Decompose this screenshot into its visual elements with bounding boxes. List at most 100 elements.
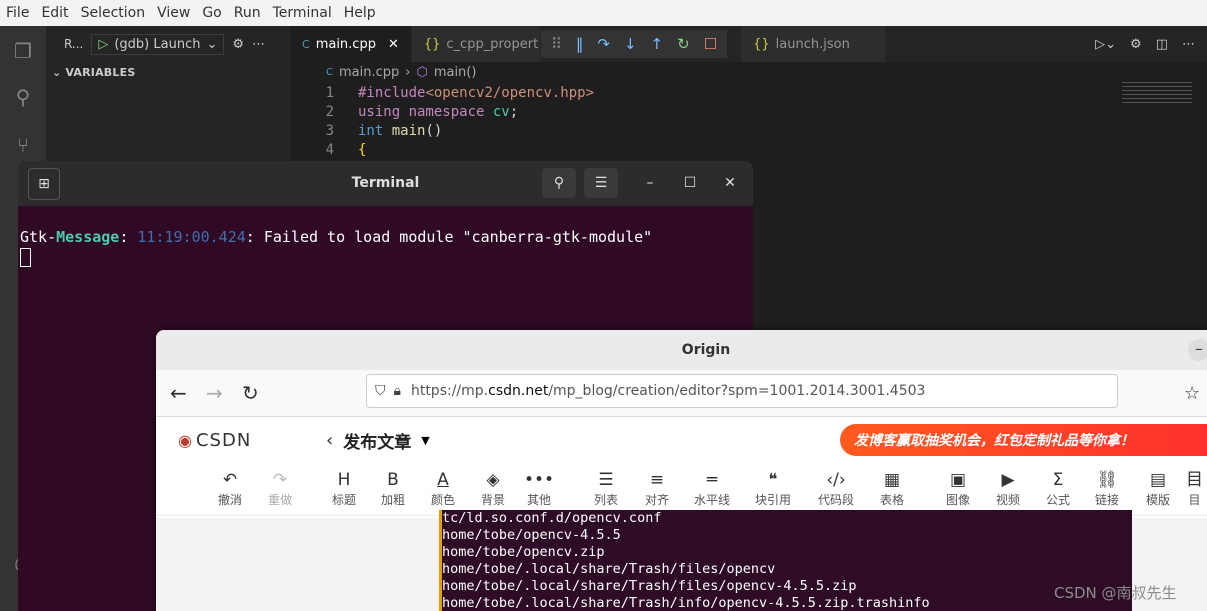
breadcrumb-symbol[interactable]: main() [434, 65, 477, 80]
menu-selection[interactable]: Selection [75, 5, 152, 21]
line-number: 1 [325, 85, 334, 101]
breadcrumb-file[interactable]: main.cpp [339, 65, 399, 80]
terminal-line: Gtk-Message: 11:19:00.424: Failed to loa… [20, 228, 753, 246]
color-button[interactable]: A 颜色 [418, 469, 468, 508]
explorer-icon[interactable]: ❐ [10, 38, 36, 64]
minimize-icon[interactable]: – [638, 168, 662, 198]
tab-c-cpp-properties[interactable]: {} c_cpp_propert [411, 26, 541, 62]
json-file-icon: {} [423, 36, 441, 52]
menu-icon[interactable]: ☰ [584, 168, 618, 198]
redo-button[interactable]: ↷ 重做 [255, 469, 305, 508]
code-token: () [425, 123, 443, 139]
url-bar[interactable]: ⛉ 🔒︎ https://mp. csdn.net/mp_blog/creatio… [366, 374, 1118, 408]
close-icon[interactable]: ✕ [388, 37, 399, 52]
navigation-bar: ← → ↻ ⛉ 🔒︎ https://mp. csdn.net/mp_blog/c… [156, 370, 1207, 417]
chevron-left-icon[interactable]: ‹ [326, 430, 333, 451]
drag-handle-icon[interactable]: ⠿ [551, 35, 562, 53]
new-tab-icon[interactable]: ⊞ [28, 168, 60, 200]
separator: : [119, 228, 138, 246]
gear-icon[interactable]: ⚙ [1130, 37, 1142, 52]
tool-label: 撤消 [217, 493, 242, 507]
step-over-icon[interactable]: ↷ [597, 35, 610, 53]
content-line: home/tobe/opencv-4.5.5 [442, 527, 621, 543]
start-debug-icon[interactable]: ▷ [98, 37, 108, 52]
shield-icon[interactable]: ⛉ [375, 383, 386, 399]
image-button[interactable]: ▣ 图像 [933, 469, 983, 508]
menu-terminal[interactable]: Terminal [267, 5, 338, 21]
publish-title: 发布文章 [343, 432, 412, 453]
code-token: ; [509, 104, 519, 120]
source-control-icon[interactable]: ⑂ [10, 132, 36, 158]
minimap[interactable] [1122, 82, 1192, 106]
maximize-icon[interactable]: ☐ [678, 168, 702, 198]
more-button[interactable]: ••• 其他 [514, 469, 564, 508]
code-block-button[interactable]: ‹/› 代码段 [811, 469, 861, 508]
align-icon: ≡ [649, 470, 665, 490]
align-button[interactable]: ≡ 对齐 [632, 469, 682, 508]
variables-header[interactable]: ⌄ VARIABLES [46, 62, 290, 79]
bold-button[interactable]: B 加粗 [368, 469, 418, 508]
split-editor-icon[interactable]: ◫ [1156, 37, 1168, 52]
variables-label: VARIABLES [65, 66, 136, 79]
reload-icon[interactable]: ↻ [242, 381, 259, 405]
background-button[interactable]: ◈ 背景 [468, 469, 518, 508]
minimize-icon[interactable]: – [1188, 339, 1207, 361]
menu-go[interactable]: Go [196, 5, 227, 21]
code-view[interactable]: 1 #include <opencv2/opencv.hpp> 2 using … [290, 82, 1207, 160]
close-icon[interactable]: ✕ [718, 168, 742, 198]
code-icon: ‹/› [826, 470, 846, 490]
gear-icon[interactable]: ⚙ [232, 37, 244, 52]
run-debug-icon[interactable]: ▷⌄ [1095, 37, 1116, 52]
url-path: /mp_blog/creation/editor?spm=1001.2014.3… [548, 383, 926, 399]
blockquote-button[interactable]: ❝ 块引用 [748, 469, 798, 508]
gtk-prefix: Gtk- [20, 228, 57, 246]
tab-main-cpp[interactable]: C main.cpp ✕ [290, 26, 412, 62]
launch-config-select[interactable]: ▷ (gdb) Launch ⌄ [91, 33, 225, 55]
bookmark-star-icon[interactable]: ☆ [1184, 383, 1200, 404]
template-button[interactable]: ▤ 模版 [1133, 469, 1183, 508]
list-button[interactable]: ☰ 列表 [581, 469, 631, 508]
menu-run[interactable]: Run [228, 5, 267, 21]
formula-button[interactable]: Σ 公式 [1033, 469, 1083, 508]
url-domain: csdn.net [488, 383, 549, 399]
menu-file[interactable]: File [0, 5, 35, 21]
table-button[interactable]: ▦ 表格 [867, 469, 917, 508]
tab-launch-json[interactable]: {} launch.json [741, 26, 887, 62]
menu-edit[interactable]: Edit [35, 5, 74, 21]
horizontal-rule-button[interactable]: ═ 水平线 [687, 469, 737, 508]
tool-label: 视频 [995, 493, 1020, 507]
heading-button[interactable]: H 标题 [319, 469, 369, 508]
forward-arrow-icon[interactable]: → [206, 381, 223, 405]
line-number: 3 [325, 123, 334, 139]
undo-button[interactable]: ↶ 撤消 [205, 469, 255, 508]
csdn-logo[interactable]: ◉ CSDN [178, 430, 251, 451]
step-out-icon[interactable]: ↑ [651, 35, 664, 53]
caret-down-icon: ▼ [421, 433, 430, 447]
promo-banner[interactable]: 发博客赢取抽奖机会，红包定制礼品等你拿！ [840, 424, 1207, 456]
tool-label: 重做 [267, 493, 292, 507]
cpp-file-icon: C [302, 37, 310, 51]
search-icon[interactable]: ⚲ [10, 84, 36, 110]
content-line: home/tobe/opencv.zip [442, 544, 605, 560]
toc-button[interactable]: 目目 [1182, 469, 1207, 508]
tool-label: 标题 [331, 493, 356, 507]
restart-icon[interactable]: ↻ [677, 35, 690, 53]
back-arrow-icon[interactable]: ← [170, 381, 187, 405]
link-button[interactable]: ⛓ 链接 [1082, 469, 1132, 508]
search-icon[interactable]: ⚲ [542, 168, 576, 198]
browser-title-bar: Origin – [156, 330, 1207, 370]
menu-view[interactable]: View [151, 5, 196, 21]
more-icon[interactable]: ⋯ [1182, 37, 1195, 52]
stop-icon[interactable]: ☐ [704, 35, 717, 53]
csdn-header: ◉ CSDN ‹ 发布文章 ▼ 发博客赢取抽奖机会，红包定制礼品等你拿！ [156, 417, 1207, 463]
video-button[interactable]: ▶ 视频 [983, 469, 1033, 508]
article-editor[interactable]: tc/ld.so.conf.d/opencv.conf home/tobe/op… [156, 510, 1207, 611]
more-icon[interactable]: ⋯ [252, 37, 265, 52]
publish-article-menu[interactable]: ‹ 发布文章 ▼ [326, 428, 430, 453]
terminal-output[interactable]: Gtk-Message: 11:19:00.424: Failed to loa… [18, 206, 753, 267]
template-icon: ▤ [1149, 470, 1167, 490]
step-into-icon[interactable]: ↓ [624, 35, 637, 53]
menu-help[interactable]: Help [338, 5, 382, 21]
csdn-logo-text: CSDN [195, 429, 252, 451]
pause-icon[interactable]: ‖ [576, 35, 584, 53]
